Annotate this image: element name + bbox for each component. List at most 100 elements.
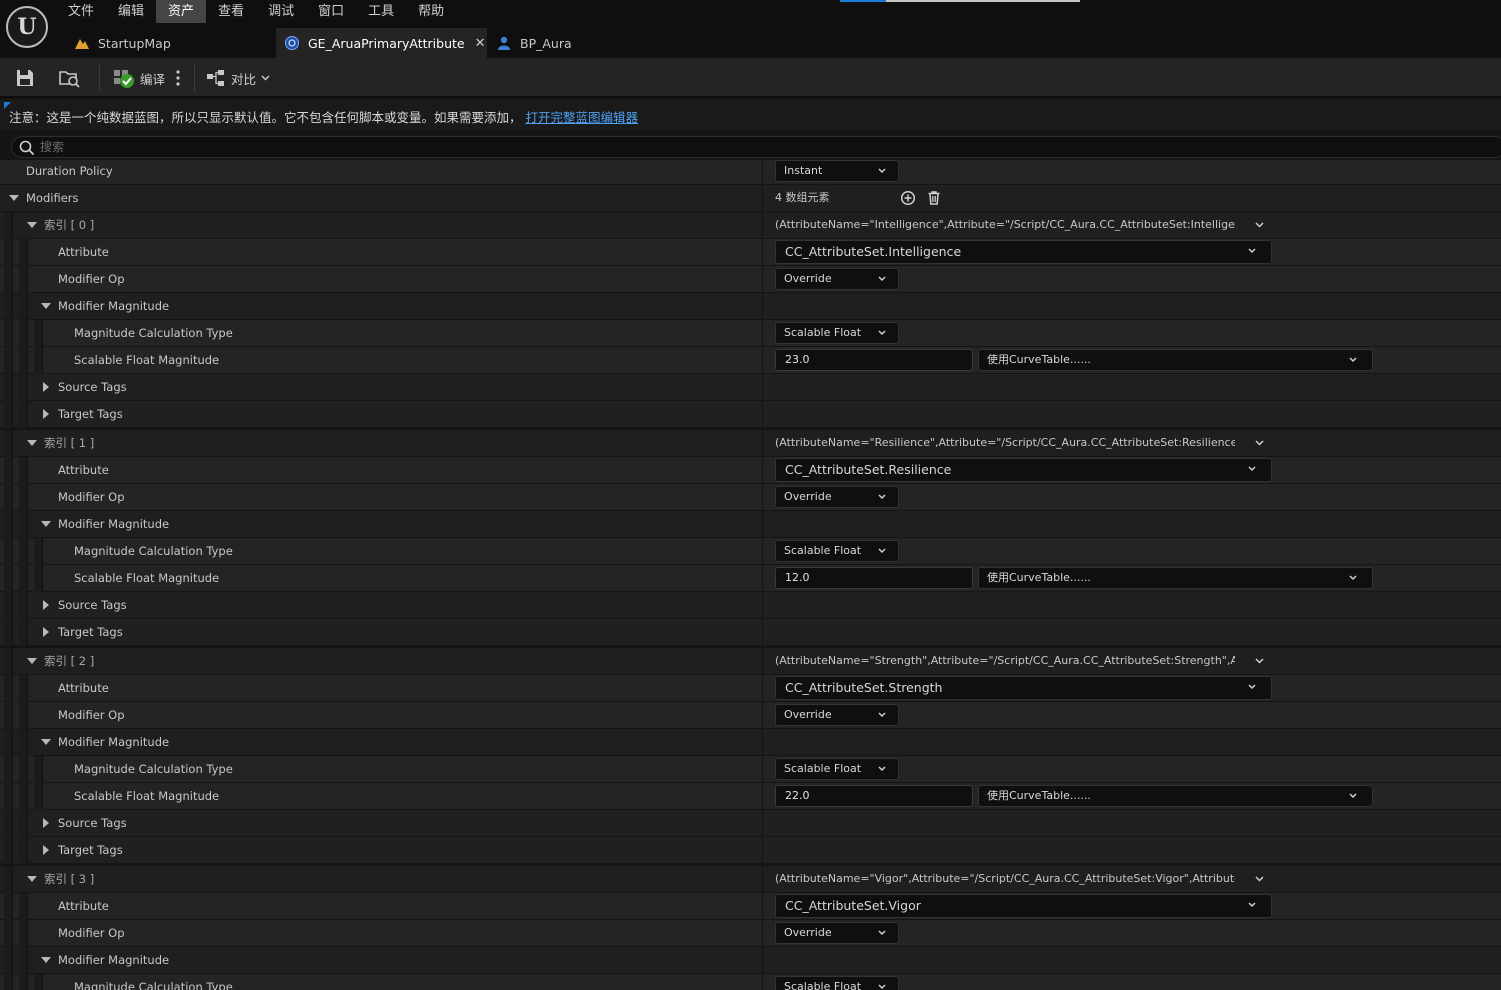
expand-arrow-icon[interactable] (27, 440, 37, 446)
menu-view[interactable]: 查看 (206, 0, 256, 23)
chevron-down-icon (1248, 466, 1256, 472)
compile-success-icon (114, 70, 134, 88)
chevron-down-icon (878, 712, 886, 718)
tab-startupmap[interactable]: StartupMap (70, 28, 275, 58)
expand-arrow-icon[interactable] (43, 627, 49, 637)
attribute-combo[interactable]: CC_AttributeSet.Strength (775, 676, 1272, 700)
save-button[interactable] (14, 66, 36, 90)
expand-arrow-icon[interactable] (41, 957, 51, 963)
indent-guide (19, 675, 28, 702)
expand-arrow-icon[interactable] (43, 818, 49, 828)
attribute-combo[interactable]: CC_AttributeSet.Vigor (775, 894, 1272, 918)
source-tags-row[interactable]: Source Tags (0, 374, 1501, 401)
calculation-type-combo[interactable]: Scalable Float (775, 322, 899, 344)
close-icon[interactable]: ✕ (475, 36, 486, 51)
compile-options-button[interactable] (174, 66, 182, 90)
index-label: 索引 [ 3 ] (44, 872, 95, 886)
add-element-icon[interactable] (900, 190, 916, 206)
menu-asset[interactable]: 资产 (156, 0, 207, 23)
menu-window[interactable]: 窗口 (306, 0, 356, 23)
indent-guide (4, 347, 13, 374)
target-tags-row[interactable]: Target Tags (0, 837, 1501, 864)
calculation-type-combo[interactable]: Scalable Float (775, 976, 899, 990)
expand-arrow-icon[interactable] (41, 739, 51, 745)
modifier-magnitude-row[interactable]: Modifier Magnitude (0, 293, 1501, 320)
indent-guide (19, 266, 28, 293)
modifier-magnitude-row[interactable]: Modifier Magnitude (0, 947, 1501, 974)
indent-guide (19, 320, 28, 347)
attribute-combo[interactable]: CC_AttributeSet.Intelligence (775, 240, 1272, 264)
scalable-float-row: Scalable Float Magnitude 23.0 使用CurveTable… (0, 347, 1501, 374)
source-tags-row[interactable]: Source Tags (0, 810, 1501, 837)
modifier-op-combo[interactable]: Override (775, 486, 899, 508)
indent-guide (4, 756, 13, 783)
chevron-down-icon (1349, 357, 1357, 363)
modifier-op-combo[interactable]: Override (775, 704, 899, 726)
index-label: 索引 [ 2 ] (44, 654, 95, 668)
modifier-op-row: Modifier Op Override (0, 266, 1501, 293)
magnitude-value-field[interactable]: 22.0 (775, 785, 973, 807)
calculation-type-combo[interactable]: Scalable Float (775, 540, 899, 562)
browse-button[interactable] (58, 66, 82, 90)
chevron-down-icon[interactable] (1255, 439, 1264, 447)
indent-guide (19, 565, 28, 592)
menu-tools[interactable]: 工具 (356, 0, 406, 23)
modifier-op-label: Modifier Op (58, 272, 125, 286)
target-tags-row[interactable]: Target Tags (0, 401, 1501, 428)
expand-arrow-icon[interactable] (9, 195, 19, 201)
unreal-logo-icon[interactable]: U (6, 6, 48, 48)
struct-summary: (AttributeName="Strength",Attribute="/Sc… (775, 654, 1235, 667)
modifier-index-row[interactable]: 索引 [ 1 ] (AttributeName="Resilience",Attr… (0, 430, 1501, 457)
modifier-op-combo[interactable]: Override (775, 268, 899, 290)
menu-debug[interactable]: 调试 (256, 0, 306, 23)
expand-arrow-icon[interactable] (27, 876, 37, 882)
expand-arrow-icon[interactable] (43, 600, 49, 610)
open-full-blueprint-editor-link[interactable]: 打开完整蓝图编辑器 (526, 110, 639, 125)
indent-guide (34, 783, 43, 810)
expand-arrow-icon[interactable] (27, 658, 37, 664)
curve-table-combo[interactable]: 使用CurveTable...... (978, 567, 1373, 589)
expand-arrow-icon[interactable] (41, 303, 51, 309)
indent-guide (19, 293, 28, 320)
tab-ge-aruaprimaryattribute[interactable]: GE_AruaPrimaryAttribute ✕ (276, 28, 487, 58)
expand-arrow-icon[interactable] (43, 845, 49, 855)
search-input[interactable] (40, 138, 1440, 156)
target-tags-row[interactable]: Target Tags (0, 619, 1501, 646)
modifier-index-row[interactable]: 索引 [ 2 ] (AttributeName="Strength",Attrib… (0, 648, 1501, 675)
magnitude-value-field[interactable]: 23.0 (775, 349, 973, 371)
expand-arrow-icon[interactable] (27, 222, 37, 228)
curve-table-combo[interactable]: 使用CurveTable...... (978, 785, 1373, 807)
modifier-op-combo[interactable]: Override (775, 922, 899, 944)
indent-guide (4, 430, 13, 457)
modifier-magnitude-row[interactable]: Modifier Magnitude (0, 511, 1501, 538)
magnitude-value-field[interactable]: 12.0 (775, 567, 973, 589)
modifier-magnitude-label: Modifier Magnitude (58, 299, 170, 313)
expand-arrow-icon[interactable] (43, 382, 49, 392)
menu-help[interactable]: 帮助 (406, 0, 456, 23)
modifier-magnitude-row[interactable]: Modifier Magnitude (0, 729, 1501, 756)
expand-arrow-icon[interactable] (43, 409, 49, 419)
duration-policy-combo[interactable]: Instant (775, 160, 899, 182)
compile-button[interactable]: 编译 (113, 66, 165, 90)
modifier-index-row[interactable]: 索引 [ 3 ] (AttributeName="Vigor",Attribute… (0, 866, 1501, 893)
indent-guide (4, 239, 13, 266)
source-tags-row[interactable]: Source Tags (0, 592, 1501, 619)
menu-edit[interactable]: 编辑 (106, 0, 156, 23)
chevron-down-icon[interactable] (1255, 875, 1264, 883)
calculation-type-combo[interactable]: Scalable Float (775, 758, 899, 780)
diff-button[interactable]: 对比 (206, 66, 270, 90)
indent-guide (19, 729, 28, 756)
tab-bp-aura[interactable]: BP_Aura (488, 28, 608, 58)
modifier-index-row[interactable]: 索引 [ 0 ] (AttributeName="Intelligence",At… (0, 212, 1501, 239)
menu-file[interactable]: 文件 (56, 0, 106, 23)
combo-value: Override (784, 926, 832, 939)
chevron-down-icon[interactable] (1255, 657, 1264, 665)
chevron-down-icon[interactable] (1255, 221, 1264, 229)
curve-table-combo[interactable]: 使用CurveTable...... (978, 349, 1373, 371)
expand-arrow-icon[interactable] (41, 521, 51, 527)
attribute-combo[interactable]: CC_AttributeSet.Resilience (775, 458, 1272, 482)
trash-icon[interactable] (926, 190, 942, 206)
modifier-op-row: Modifier Op Override (0, 702, 1501, 729)
indent-guide (4, 729, 13, 756)
modifiers-row[interactable]: Modifiers 4 数组元素 (0, 185, 1501, 212)
